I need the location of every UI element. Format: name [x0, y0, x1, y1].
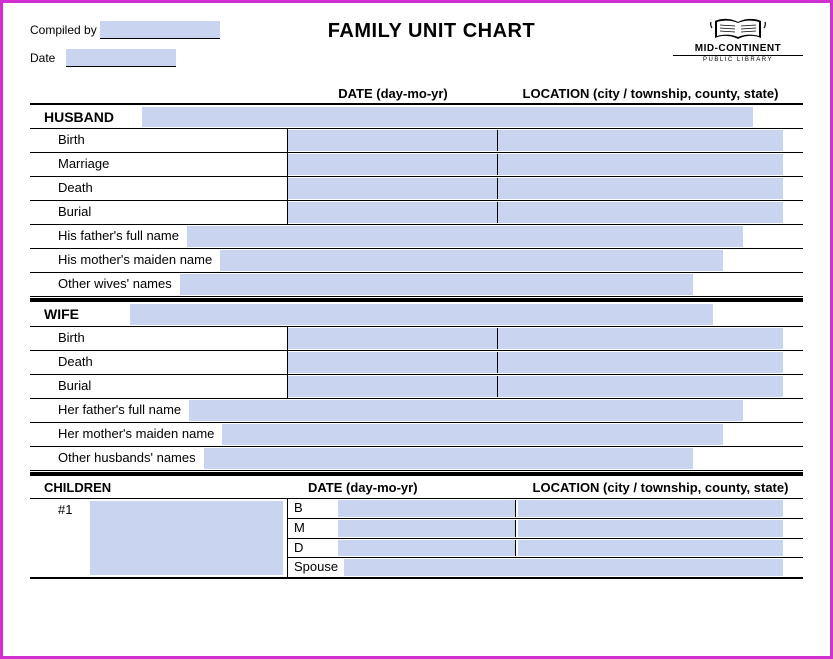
husband-mother-label: His mother's maiden name — [30, 249, 220, 272]
wife-label: WIFE — [30, 302, 130, 326]
husband-section-header: HUSBAND — [30, 103, 803, 129]
wife-burial-label: Burial — [30, 375, 288, 398]
children-section-header: CHILDREN DATE (day-mo-yr) LOCATION (city… — [30, 475, 803, 499]
wife-burial-date-input[interactable] — [288, 376, 498, 397]
org-name: MID-CONTINENT — [673, 43, 803, 54]
org-sub: PUBLIC LIBRARY — [673, 55, 803, 63]
date-label: Date — [30, 46, 66, 70]
document-frame: Compiled by Date FAMILY UNIT CHART — [0, 0, 833, 659]
child-right: B M D Spouse — [288, 499, 803, 577]
child-row: #1 B M D Spouse — [30, 499, 803, 579]
child-number: #1 — [30, 499, 90, 577]
death-label: Death — [30, 177, 288, 200]
husband-birth-row: Birth — [30, 129, 803, 153]
husband-father-input[interactable] — [187, 226, 743, 247]
child-m-loc-input[interactable] — [518, 520, 783, 537]
husband-marriage-loc-input[interactable] — [498, 154, 783, 175]
child-m-date-input[interactable] — [338, 520, 516, 537]
children-date-col: DATE (day-mo-yr) — [288, 480, 518, 495]
wife-section-header: WIFE — [30, 301, 803, 327]
wife-death-loc-input[interactable] — [498, 352, 783, 373]
wife-father-row: Her father's full name — [30, 399, 803, 423]
children-label: CHILDREN — [30, 480, 288, 495]
husband-other-input[interactable] — [180, 274, 693, 295]
wife-name-input[interactable] — [130, 304, 713, 325]
child-b-loc-input[interactable] — [518, 500, 783, 517]
date-input[interactable] — [66, 49, 176, 67]
child-m-label: M — [288, 519, 338, 538]
wife-mother-row: Her mother's maiden name — [30, 423, 803, 447]
wife-birth-label: Birth — [30, 327, 288, 350]
wife-burial-loc-input[interactable] — [498, 376, 783, 397]
husband-label: HUSBAND — [30, 105, 142, 128]
book-icon — [709, 18, 767, 42]
column-headers: DATE (day-mo-yr) LOCATION (city / townsh… — [30, 82, 803, 103]
burial-label: Burial — [30, 201, 288, 224]
husband-death-loc-input[interactable] — [498, 178, 783, 199]
wife-father-label: Her father's full name — [30, 399, 189, 422]
wife-other-row: Other husbands' names — [30, 447, 803, 471]
husband-birth-date-input[interactable] — [288, 130, 498, 151]
husband-death-date-input[interactable] — [288, 178, 498, 199]
wife-birth-loc-input[interactable] — [498, 328, 783, 349]
children-loc-col: LOCATION (city / township, county, state… — [518, 480, 803, 495]
birth-label: Birth — [30, 129, 288, 152]
date-column-header: DATE (day-mo-yr) — [288, 86, 498, 101]
husband-burial-row: Burial — [30, 201, 803, 225]
header: Compiled by Date FAMILY UNIT CHART — [30, 18, 803, 74]
wife-death-row: Death — [30, 351, 803, 375]
wife-mother-label: Her mother's maiden name — [30, 423, 222, 446]
wife-death-date-input[interactable] — [288, 352, 498, 373]
husband-mother-input[interactable] — [220, 250, 723, 271]
husband-birth-loc-input[interactable] — [498, 130, 783, 151]
location-column-header: LOCATION (city / township, county, state… — [498, 86, 803, 101]
compiled-by-label: Compiled by — [30, 18, 100, 42]
husband-father-label: His father's full name — [30, 225, 187, 248]
wife-birth-row: Birth — [30, 327, 803, 351]
wife-death-label: Death — [30, 351, 288, 374]
wife-father-input[interactable] — [189, 400, 743, 421]
child-d-label: D — [288, 539, 338, 558]
child-left: #1 — [30, 499, 288, 577]
husband-mother-row: His mother's maiden name — [30, 249, 803, 273]
husband-other-row: Other wives' names — [30, 273, 803, 297]
husband-death-row: Death — [30, 177, 803, 201]
husband-burial-loc-input[interactable] — [498, 202, 783, 223]
husband-marriage-row: Marriage — [30, 153, 803, 177]
wife-other-label: Other husbands' names — [30, 447, 204, 470]
wife-burial-row: Burial — [30, 375, 803, 399]
husband-burial-date-input[interactable] — [288, 202, 498, 223]
child-b-label: B — [288, 499, 338, 518]
marriage-label: Marriage — [30, 153, 288, 176]
husband-other-label: Other wives' names — [30, 273, 180, 296]
page-title: FAMILY UNIT CHART — [190, 20, 673, 43]
child-b-date-input[interactable] — [338, 500, 516, 517]
husband-name-input[interactable] — [142, 107, 753, 127]
child-spouse-input[interactable] — [344, 559, 783, 576]
wife-mother-input[interactable] — [222, 424, 723, 445]
child-d-loc-input[interactable] — [518, 540, 783, 557]
form-page: Compiled by Date FAMILY UNIT CHART — [6, 6, 827, 653]
child-d-date-input[interactable] — [338, 540, 516, 557]
husband-father-row: His father's full name — [30, 225, 803, 249]
child-spouse-label: Spouse — [288, 558, 344, 577]
husband-marriage-date-input[interactable] — [288, 154, 498, 175]
library-logo: MID-CONTINENT PUBLIC LIBRARY — [673, 18, 803, 63]
wife-birth-date-input[interactable] — [288, 328, 498, 349]
wife-other-input[interactable] — [204, 448, 693, 469]
child-name-input[interactable] — [90, 501, 283, 575]
